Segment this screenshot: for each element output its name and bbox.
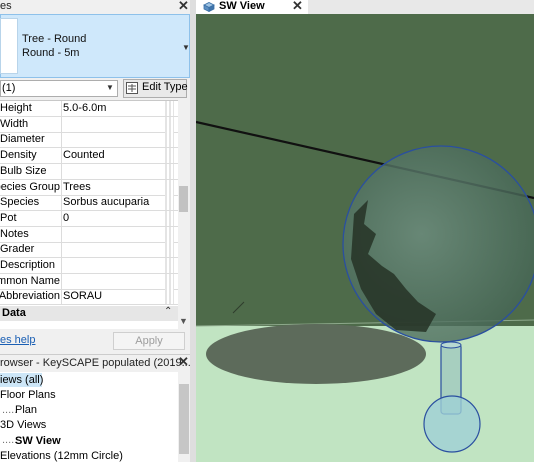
row-grip: [165, 179, 174, 195]
property-name: Pot: [0, 211, 17, 224]
property-row[interactable]: Common Name: [0, 273, 178, 290]
property-row[interactable]: Description: [0, 258, 178, 274]
column-divider: [61, 132, 62, 148]
type-thumbnail: [0, 18, 18, 74]
property-name: Species Group: [0, 180, 60, 193]
property-row[interactable]: Density Counted: [0, 148, 178, 165]
trunk-top: [440, 341, 462, 349]
row-grip: [165, 148, 174, 164]
project-browser-title: rowser - KeySCAPE populated (2019...: [0, 357, 191, 369]
tree-item-floor-plans[interactable]: Floor Plans: [0, 389, 56, 401]
project-browser-scroll-thumb[interactable]: [179, 384, 189, 454]
property-name: Notes: [0, 227, 29, 240]
section-label: Data: [2, 307, 26, 319]
column-divider: [61, 242, 62, 258]
column-divider: [61, 179, 62, 195]
tree-item-elevations[interactable]: Elevations (12mm Circle): [0, 450, 123, 462]
row-grip: [165, 195, 174, 211]
column-divider: [61, 101, 62, 116]
apply-button[interactable]: Apply: [113, 332, 185, 350]
browser-close-icon[interactable]: ✕: [178, 355, 189, 368]
row-grip: [165, 163, 174, 179]
properties-header: [0, 0, 196, 14]
instance-filter-select[interactable]: [0, 80, 118, 97]
instance-chevron-down-icon[interactable]: ▼: [106, 83, 114, 92]
property-row[interactable]: Species Sorbus aucuparia: [0, 195, 178, 212]
property-value[interactable]: 0: [63, 212, 69, 224]
row-grip: [165, 289, 174, 305]
properties-help-link[interactable]: es help: [0, 334, 35, 346]
property-name: Species: [0, 196, 40, 209]
property-value[interactable]: Trees: [63, 181, 91, 193]
column-divider: [61, 116, 62, 132]
property-name: Bulb Size: [0, 164, 47, 177]
property-name: Common Name: [0, 274, 60, 287]
row-grip: [165, 226, 174, 242]
row-grip: [165, 273, 174, 289]
column-divider: [61, 258, 62, 273]
property-name: Width: [0, 117, 29, 130]
property-grid: Height 5.0-6.0m Width Diameter Density Counte…: [0, 100, 178, 329]
tree-item-3d-views[interactable]: 3D Views: [0, 419, 46, 431]
property-row[interactable]: Abbreviation SORAU: [0, 289, 178, 306]
tab-label: SW View: [219, 0, 265, 12]
column-divider: [61, 273, 62, 289]
row-grip: [165, 101, 174, 116]
properties-close-icon[interactable]: ✕: [178, 0, 189, 12]
instance-filter-label: (1): [2, 82, 16, 94]
property-row[interactable]: Height 5.0-6.0m: [0, 101, 178, 117]
property-grid-scrollbar[interactable]: [178, 100, 189, 328]
column-divider: [61, 148, 62, 164]
property-name: Grader: [0, 243, 35, 256]
column-divider: [61, 289, 62, 305]
property-row[interactable]: Species GroupTrees: [0, 179, 178, 196]
3d-viewport[interactable]: [196, 14, 534, 462]
row-grip: [165, 116, 174, 132]
property-name: Diameter: [0, 133, 45, 146]
edit-type-icon: [126, 82, 138, 94]
property-name: Abbreviation: [0, 290, 60, 303]
collapse-icon[interactable]: ⌃: [164, 306, 172, 317]
row-grip: [165, 258, 174, 273]
row-grip: [165, 242, 174, 258]
column-divider: [61, 195, 62, 211]
tree-item-plan[interactable]: Plan: [15, 404, 37, 416]
type-name: Round - 5m: [22, 47, 80, 59]
property-name: Description: [0, 259, 56, 271]
property-value[interactable]: Sorbus aucuparia: [63, 196, 149, 208]
tab-close-icon[interactable]: ✕: [292, 0, 303, 12]
tree-root-ball: [423, 395, 481, 453]
property-row[interactable]: Notes: [0, 226, 178, 243]
column-divider: [61, 226, 62, 242]
type-dropdown-chevron-down-icon[interactable]: ▼: [182, 43, 190, 52]
property-value[interactable]: SORAU: [63, 290, 102, 302]
property-row[interactable]: Bulb Size: [0, 163, 178, 180]
tree-shadow: [206, 324, 426, 384]
property-row[interactable]: Pot 0: [0, 210, 178, 227]
scroll-down-icon[interactable]: ▼: [179, 316, 188, 326]
property-row[interactable]: Grader: [0, 242, 178, 259]
column-divider: [61, 210, 62, 226]
row-grip: [165, 132, 174, 148]
section-header-data[interactable]: [0, 306, 178, 321]
tree-item-sw-view[interactable]: SW View: [15, 435, 61, 447]
tree-item-views-all[interactable]: iews (all): [0, 374, 43, 386]
type-family-name: Tree - Round: [22, 33, 87, 45]
column-divider: [61, 163, 62, 179]
property-value[interactable]: 5.0-6.0m: [63, 102, 106, 114]
property-name: Height: [0, 102, 32, 114]
edit-type-label: Edit Type: [142, 81, 188, 93]
type-selector[interactable]: [0, 14, 190, 78]
properties-title: es: [0, 0, 12, 12]
property-grid-scroll-thumb[interactable]: [179, 186, 188, 212]
property-name: Density: [0, 149, 37, 162]
property-row[interactable]: Width: [0, 116, 178, 133]
3d-view-icon: [203, 2, 215, 12]
property-row[interactable]: Diameter: [0, 132, 178, 149]
property-value[interactable]: Counted: [63, 149, 105, 161]
row-grip: [165, 210, 174, 226]
